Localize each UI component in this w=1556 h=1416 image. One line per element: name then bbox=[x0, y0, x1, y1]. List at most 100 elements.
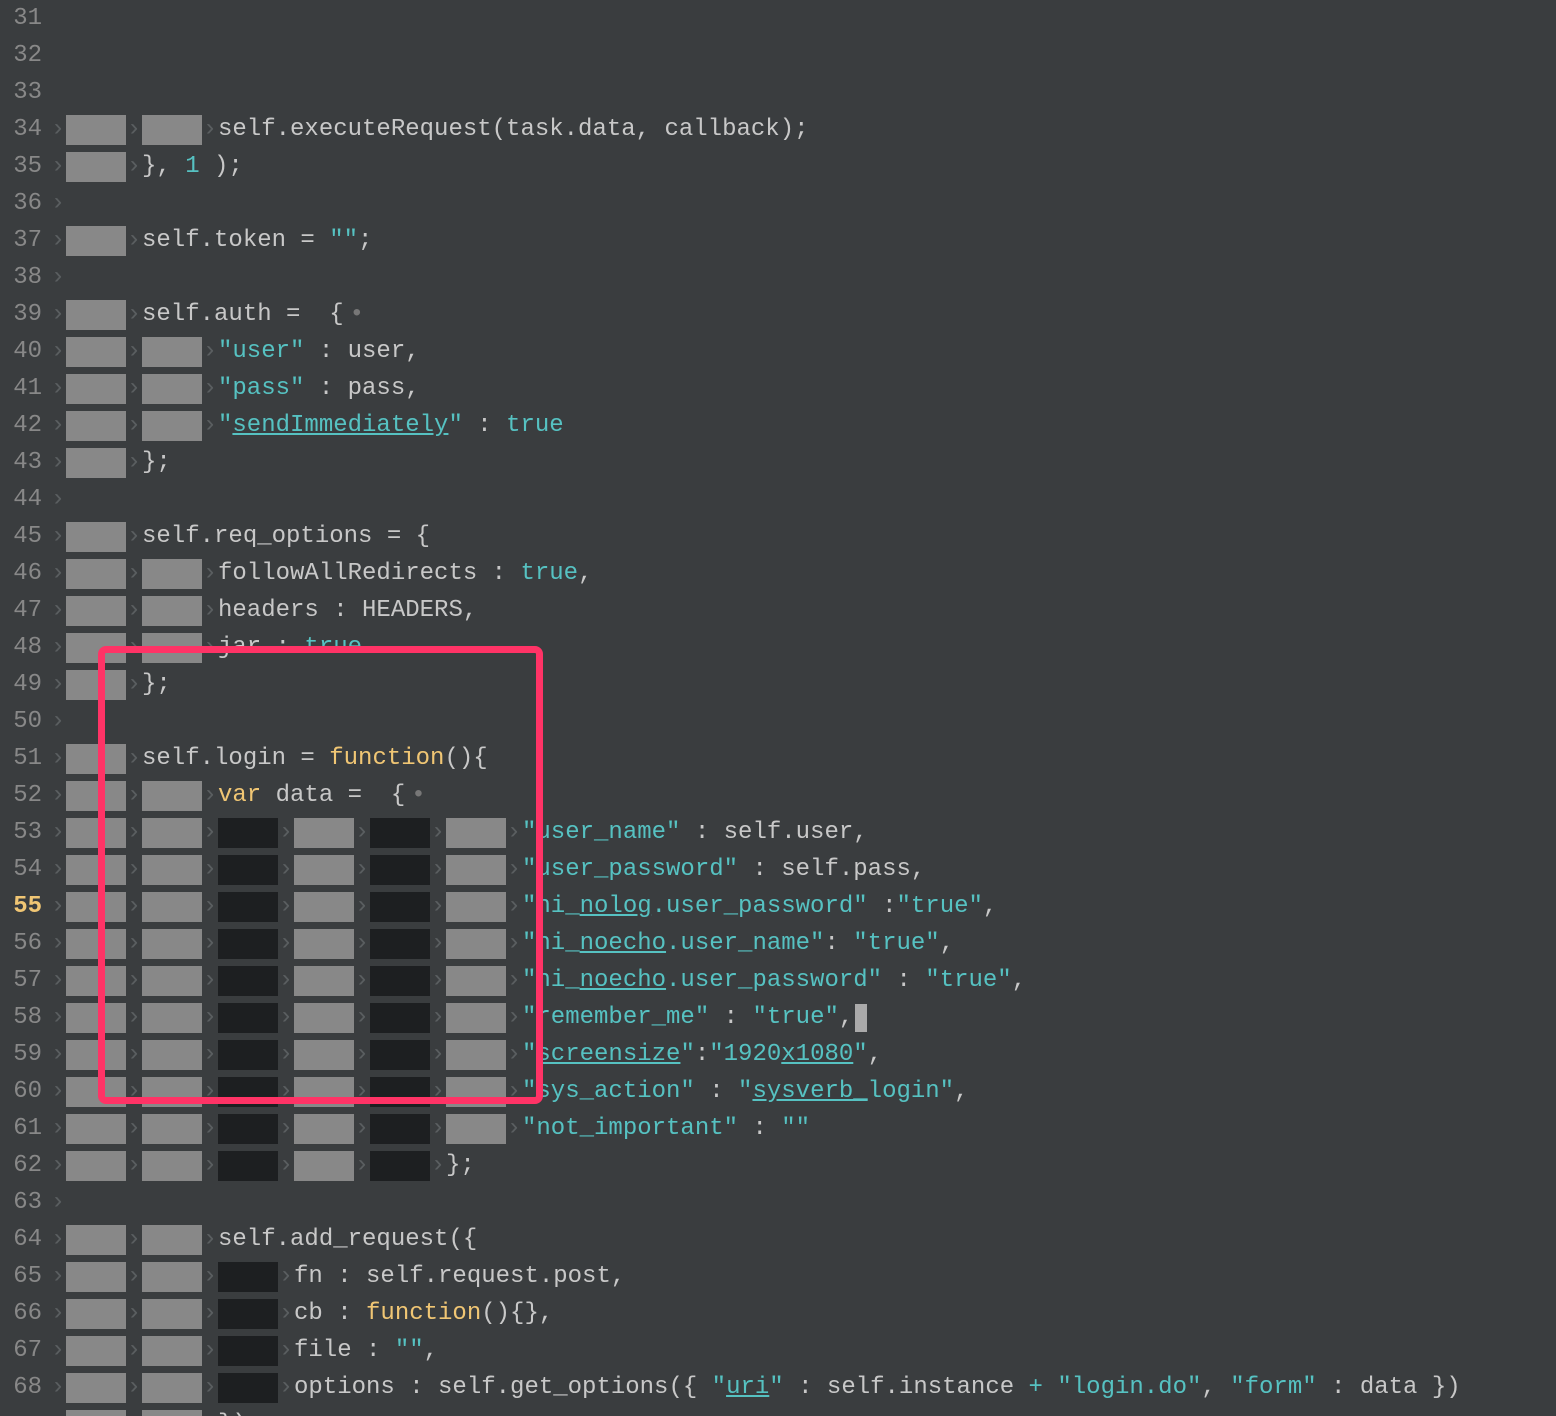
code-area[interactable]: › › › self.executeRequest(task.data, callba… bbox=[50, 0, 1556, 1416]
line-number: 62 bbox=[0, 1147, 42, 1184]
code-line[interactable]: ›››››››"ni_noecho.user_password" : "true… bbox=[50, 962, 1556, 999]
code-token: , bbox=[983, 888, 997, 925]
code-line[interactable]: ›››››››"user_name" : self.user, bbox=[50, 814, 1556, 851]
code-token: noecho bbox=[580, 925, 666, 962]
line-number: 65 bbox=[0, 1258, 42, 1295]
code-line[interactable]: ›››››››"sys_action" : "sysverb_login", bbox=[50, 1073, 1556, 1110]
code-token: (){ bbox=[444, 740, 487, 777]
code-line[interactable]: ›››self.add_request({ bbox=[50, 1221, 1556, 1258]
code-line[interactable]: ›››"sendImmediately" : true bbox=[50, 407, 1556, 444]
code-token: : self.instance bbox=[784, 1369, 1029, 1406]
code-token: .user_password" bbox=[652, 888, 868, 925]
code-line[interactable]: ››}; bbox=[50, 666, 1556, 703]
line-number: 61 bbox=[0, 1110, 42, 1147]
code-line[interactable]: ›››followAllRedirects : true, bbox=[50, 555, 1556, 592]
code-token: : bbox=[738, 1110, 781, 1147]
code-line[interactable]: ›››}); bbox=[50, 1406, 1556, 1416]
code-line[interactable]: ››››fn : self.request.post, bbox=[50, 1258, 1556, 1295]
line-number: 48 bbox=[0, 629, 42, 666]
code-token: followAllRedirects : bbox=[218, 555, 520, 592]
code-line[interactable]: › bbox=[50, 1184, 1556, 1221]
code-line[interactable]: › bbox=[50, 259, 1556, 296]
code-line[interactable]: ›››jar : true bbox=[50, 629, 1556, 666]
line-number: 50 bbox=[0, 703, 42, 740]
code-token: : bbox=[695, 1073, 738, 1110]
code-token: " bbox=[738, 1073, 752, 1110]
code-token: : self.pass, bbox=[738, 851, 925, 888]
code-token: self.executeRequest(task.data, callback)… bbox=[218, 111, 809, 148]
code-token: " bbox=[712, 1369, 726, 1406]
line-number: 44 bbox=[0, 481, 42, 518]
text-cursor bbox=[855, 1004, 867, 1032]
code-line[interactable]: ››}, 1 ); bbox=[50, 148, 1556, 185]
code-line[interactable]: ›››"pass" : pass, bbox=[50, 370, 1556, 407]
code-token: "sys_action" bbox=[522, 1073, 695, 1110]
code-token: • bbox=[350, 296, 364, 333]
code-line[interactable]: ›››››››"remember_me" : "true", bbox=[50, 999, 1556, 1036]
code-token: " bbox=[680, 1036, 694, 1073]
code-token: self.token = bbox=[142, 222, 329, 259]
code-token: + bbox=[1029, 1369, 1043, 1406]
code-token: "1920 bbox=[709, 1036, 781, 1073]
code-token: , bbox=[839, 999, 853, 1036]
code-token: "user" bbox=[218, 333, 304, 370]
code-token: • bbox=[411, 777, 425, 814]
line-number: 53 bbox=[0, 814, 42, 851]
code-token: : self.user, bbox=[680, 814, 867, 851]
code-token: "true" bbox=[752, 999, 838, 1036]
code-line[interactable]: ›››self.executeRequest(task.data, callba… bbox=[50, 111, 1556, 148]
code-token: " bbox=[522, 1036, 536, 1073]
line-number: 68 bbox=[0, 1369, 42, 1406]
line-number: 37 bbox=[0, 222, 42, 259]
code-token: , bbox=[1012, 962, 1026, 999]
line-number: 56 bbox=[0, 925, 42, 962]
code-token: }; bbox=[142, 666, 171, 703]
code-line[interactable]: ›››››››"ni_nolog.user_password" :"true", bbox=[50, 888, 1556, 925]
line-number: 60 bbox=[0, 1073, 42, 1110]
code-line[interactable]: ››››options : self.get_options({ "uri" :… bbox=[50, 1369, 1556, 1406]
code-token: "" bbox=[781, 1110, 810, 1147]
code-line[interactable]: ›››››››"not_important" : "" bbox=[50, 1110, 1556, 1147]
code-line[interactable]: ››››file : "", bbox=[50, 1332, 1556, 1369]
line-number: 39 bbox=[0, 296, 42, 333]
code-token: cb : bbox=[294, 1295, 366, 1332]
code-line[interactable]: ››self.req_options = { bbox=[50, 518, 1556, 555]
line-number: 55 bbox=[0, 888, 42, 925]
code-token: self.add_request({ bbox=[218, 1221, 477, 1258]
code-token: "user_password" bbox=[522, 851, 738, 888]
code-token: }; bbox=[446, 1147, 475, 1184]
code-line[interactable]: ›››››››"ni_noecho.user_name": "true", bbox=[50, 925, 1556, 962]
code-line[interactable]: ››}; bbox=[50, 444, 1556, 481]
code-line[interactable]: ››››cb : function(){}, bbox=[50, 1295, 1556, 1332]
code-line[interactable]: ››self.login = function(){ bbox=[50, 740, 1556, 777]
code-token bbox=[1043, 1369, 1057, 1406]
line-number: 38 bbox=[0, 259, 42, 296]
code-line[interactable]: ›››var data = {• bbox=[50, 777, 1556, 814]
code-line[interactable]: › bbox=[50, 703, 1556, 740]
code-token: x1080 bbox=[781, 1036, 853, 1073]
line-number: 67 bbox=[0, 1332, 42, 1369]
code-token: , bbox=[954, 1073, 968, 1110]
code-line[interactable]: ››self.token = ""; bbox=[50, 222, 1556, 259]
line-number: 31 bbox=[0, 0, 42, 37]
code-line[interactable]: ››››››}; bbox=[50, 1147, 1556, 1184]
code-editor[interactable]: 3132333435363738394041424344454647484950… bbox=[0, 0, 1556, 1416]
line-number: 49 bbox=[0, 666, 42, 703]
line-number-gutter: 3132333435363738394041424344454647484950… bbox=[0, 0, 50, 1416]
code-line[interactable]: ››self.auth = {• bbox=[50, 296, 1556, 333]
code-token: : bbox=[709, 999, 752, 1036]
line-number: 42 bbox=[0, 407, 42, 444]
code-token: "true" bbox=[896, 888, 982, 925]
code-line[interactable]: ›››headers : HEADERS, bbox=[50, 592, 1556, 629]
line-number: 40 bbox=[0, 333, 42, 370]
code-line[interactable]: › bbox=[50, 481, 1556, 518]
code-token: 1 bbox=[185, 148, 199, 185]
code-line[interactable]: ›››››››"user_password" : self.pass, bbox=[50, 851, 1556, 888]
code-token: sendImmediately bbox=[232, 407, 448, 444]
code-token: options : self.get_options({ bbox=[294, 1369, 712, 1406]
code-token: "ni_ bbox=[522, 962, 580, 999]
code-line[interactable]: ›››"user" : user, bbox=[50, 333, 1556, 370]
line-number: 45 bbox=[0, 518, 42, 555]
code-line[interactable]: ›››››››"screensize":"1920x1080", bbox=[50, 1036, 1556, 1073]
code-line[interactable]: › bbox=[50, 185, 1556, 222]
